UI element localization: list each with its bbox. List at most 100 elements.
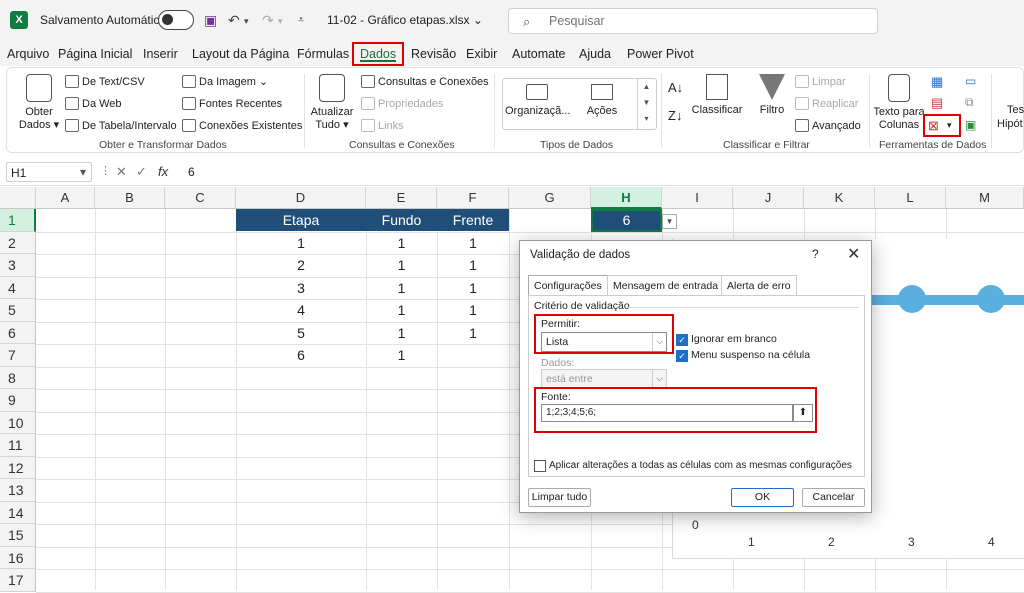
row-header[interactable]: 2 xyxy=(0,231,36,254)
what-if-label-2[interactable]: Hipót xyxy=(997,118,1023,130)
tab-inserir[interactable]: Inserir xyxy=(143,47,178,61)
search-box[interactable]: ⌕ xyxy=(508,8,878,34)
undo-icon[interactable]: ↶ xyxy=(228,12,240,29)
table-cell[interactable]: 1 xyxy=(437,277,509,299)
column-header-c[interactable]: C xyxy=(165,187,236,209)
existing-connections-button[interactable]: Conexões Existentes xyxy=(182,119,302,132)
row-header[interactable]: 16 xyxy=(0,546,36,569)
from-table-button[interactable]: De Tabela/Intervalo xyxy=(65,119,177,132)
column-header-j[interactable]: J xyxy=(733,187,804,209)
search-input[interactable] xyxy=(549,13,849,29)
sort-button[interactable]: Classificar xyxy=(691,74,743,117)
links-button[interactable]: Links xyxy=(361,119,404,132)
column-header-l[interactable]: L xyxy=(875,187,946,209)
tab-configuracoes[interactable]: Configurações xyxy=(528,275,608,296)
tab-formulas[interactable]: Fórmulas xyxy=(297,47,349,61)
row-header[interactable]: 4 xyxy=(0,276,36,299)
redo-icon[interactable]: ↷ xyxy=(262,12,274,29)
row-header[interactable]: 9 xyxy=(0,389,36,412)
data-validation-dropdown-icon[interactable]: ▾ xyxy=(947,120,952,131)
row-header[interactable]: 17 xyxy=(0,569,36,592)
table-cell[interactable]: 6 xyxy=(236,344,366,366)
clear-filter-button[interactable]: Limpar xyxy=(795,75,846,88)
from-text-csv-button[interactable]: De Text/CSV xyxy=(65,75,145,88)
cancel-icon[interactable]: ✕ xyxy=(116,164,127,180)
consolidate-icon[interactable]: ▭ xyxy=(965,74,976,88)
tab-arquivo[interactable]: Arquivo xyxy=(7,47,49,61)
header-etapa[interactable]: Etapa xyxy=(236,209,366,231)
data-select[interactable]: está entre ⌵ xyxy=(541,369,667,389)
insert-function-icon[interactable]: fx xyxy=(158,164,168,179)
column-header-h[interactable]: H xyxy=(591,187,662,209)
ignore-blank-checkbox[interactable]: ✓ xyxy=(676,334,688,346)
table-cell[interactable]: 1 xyxy=(366,299,437,321)
tab-pagina-inicial[interactable]: Página Inicial xyxy=(58,47,132,61)
table-cell[interactable]: 3 xyxy=(236,277,366,299)
filter-button[interactable]: Filtro xyxy=(753,74,791,117)
column-header-g[interactable]: G xyxy=(509,187,591,209)
data-validation-icon[interactable]: ⊠ xyxy=(928,118,939,134)
cell-h1[interactable]: 6 xyxy=(591,209,662,232)
table-cell[interactable] xyxy=(437,344,509,366)
table-cell[interactable]: 1 xyxy=(366,277,437,299)
column-header-e[interactable]: E xyxy=(366,187,437,209)
table-cell[interactable]: 1 xyxy=(366,344,437,366)
row-header[interactable]: 10 xyxy=(0,411,36,434)
text-to-columns-button[interactable]: Texto para Colunas xyxy=(873,74,925,132)
ok-button[interactable]: OK xyxy=(731,488,794,507)
table-cell[interactable]: 1 xyxy=(437,254,509,276)
row-header[interactable]: 12 xyxy=(0,456,36,479)
row-header[interactable]: 13 xyxy=(0,479,36,502)
allow-select[interactable]: Lista ⌵ xyxy=(541,332,667,352)
cancel-button[interactable]: Cancelar xyxy=(802,488,865,507)
row-header[interactable]: 7 xyxy=(0,344,36,367)
table-cell[interactable]: 1 xyxy=(437,322,509,344)
table-cell[interactable]: 5 xyxy=(236,322,366,344)
table-cell[interactable]: 1 xyxy=(437,299,509,321)
gallery-scroll[interactable]: ▲ ▼ ▾ xyxy=(637,79,655,129)
undo-dropdown-icon[interactable]: ▾ xyxy=(244,16,249,27)
row-header[interactable]: 15 xyxy=(0,524,36,547)
file-name[interactable]: 11-02 - Gráfico etapas.xlsx ⌄ xyxy=(327,13,483,27)
row-header[interactable]: 1 xyxy=(0,209,36,232)
table-cell[interactable]: 2 xyxy=(236,254,366,276)
reapply-button[interactable]: Reaplicar xyxy=(795,97,858,110)
row-header[interactable]: 14 xyxy=(0,501,36,524)
relationships-icon[interactable]: ⧉ xyxy=(965,95,974,110)
column-header-d[interactable]: D xyxy=(236,187,366,209)
row-header[interactable]: 11 xyxy=(0,434,36,457)
formula-input[interactable]: 6 xyxy=(188,165,195,179)
row-header[interactable]: 6 xyxy=(0,321,36,344)
cell-dropdown-arrow[interactable]: ▾ xyxy=(662,214,677,229)
column-header-f[interactable]: F xyxy=(437,187,509,209)
dropdown-in-cell-checkbox[interactable]: ✓ xyxy=(676,350,688,362)
refresh-all-button[interactable]: Atualizar Tudo ▾ xyxy=(309,74,355,132)
tab-exibir[interactable]: Exibir xyxy=(466,47,497,61)
tab-power-pivot[interactable]: Power Pivot xyxy=(627,47,694,61)
help-button[interactable]: ? xyxy=(812,247,819,261)
organization-type-button[interactable]: Organizaçã... xyxy=(505,84,570,118)
queries-connections-button[interactable]: Consultas e Conexões xyxy=(361,75,489,88)
table-cell[interactable]: 1 xyxy=(236,232,366,254)
column-header-a[interactable]: A xyxy=(36,187,95,209)
row-header[interactable]: 8 xyxy=(0,366,36,389)
name-box[interactable]: H1 xyxy=(6,162,92,182)
data-model-icon[interactable]: ▣ xyxy=(965,118,976,132)
table-cell[interactable]: 1 xyxy=(366,254,437,276)
what-if-label[interactable]: Test xyxy=(1007,104,1024,116)
save-icon[interactable]: ▣ xyxy=(204,12,217,29)
column-header-k[interactable]: K xyxy=(804,187,875,209)
enter-icon[interactable]: ✓ xyxy=(136,164,147,180)
remove-duplicates-icon[interactable]: ▤ xyxy=(931,95,943,111)
tab-layout[interactable]: Layout da Página xyxy=(192,47,289,61)
column-header-m[interactable]: M xyxy=(946,187,1024,209)
clear-all-button[interactable]: Limpar tudo xyxy=(528,488,591,507)
autosave-toggle[interactable] xyxy=(158,10,194,30)
collapse-dialog-icon[interactable]: ⬆ xyxy=(793,404,813,422)
stocks-type-button[interactable]: Ações xyxy=(577,84,627,118)
header-frente[interactable]: Frente xyxy=(437,209,509,231)
row-header[interactable]: 3 xyxy=(0,254,36,277)
recent-sources-button[interactable]: Fontes Recentes xyxy=(182,97,282,110)
column-header-i[interactable]: I xyxy=(662,187,733,209)
select-all-corner[interactable] xyxy=(0,187,36,209)
